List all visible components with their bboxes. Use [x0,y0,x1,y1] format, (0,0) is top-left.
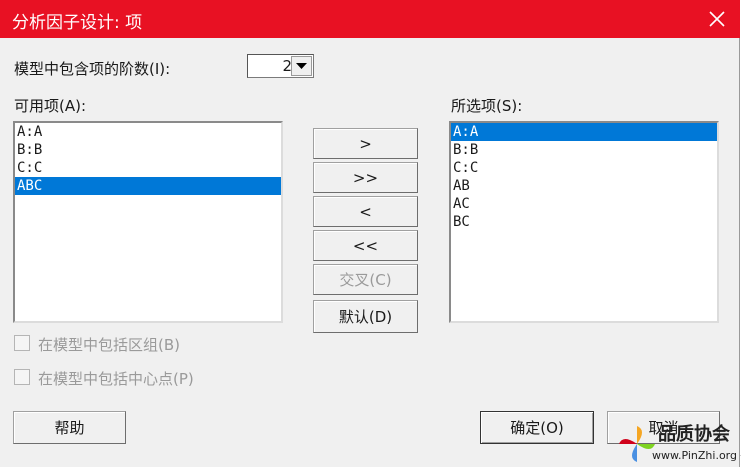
list-item[interactable]: B:B [15,141,281,159]
close-button[interactable] [694,0,740,38]
include-center-points-checkbox[interactable] [14,369,30,385]
window-title: 分析因子设计: 项 [12,13,143,33]
selected-terms-list[interactable]: A:A B:B C:C AB AC BC [449,121,719,323]
add-all-terms-button[interactable]: >> [313,162,418,193]
chevron-down-icon [296,62,307,69]
factorial-terms-dialog: 分析因子设计: 项 模型中包含项的阶数(I): 2 可用项(A): A:A B:B… [0,0,740,467]
remove-all-terms-button[interactable]: << [313,230,418,261]
list-item[interactable]: BC [451,213,717,231]
list-item[interactable]: A:A [15,123,281,141]
order-label: 模型中包含项的阶数(I): [14,60,171,78]
watermark-name: 品质协会 [658,424,730,445]
pinzhi-watermark: 品质协会 www.PinZhi.org [615,420,741,467]
list-item[interactable]: B:B [451,141,717,159]
available-terms-label: 可用项(A): [14,97,87,115]
list-item[interactable]: C:C [451,159,717,177]
cross-button[interactable]: 交叉(C) [313,264,418,295]
list-item[interactable]: A:A [451,123,717,141]
list-item[interactable]: C:C [15,159,281,177]
ok-button[interactable]: 确定(O) [480,411,594,444]
dropdown-button[interactable] [291,56,312,76]
include-blocks-label: 在模型中包括区组(B) [38,336,180,354]
order-dropdown[interactable]: 2 [247,54,314,78]
help-button[interactable]: 帮助 [13,411,126,444]
add-term-button[interactable]: > [313,128,418,159]
order-value: 2 [282,57,292,75]
remove-term-button[interactable]: < [313,196,418,227]
watermark-url: www.PinZhi.org [652,449,737,462]
pinwheel-logo-icon [619,426,655,462]
list-item[interactable]: AB [451,177,717,195]
list-item[interactable]: ABC [15,177,281,195]
include-center-points-label: 在模型中包括中心点(P) [38,370,194,388]
list-item[interactable]: AC [451,195,717,213]
default-button[interactable]: 默认(D) [313,300,418,333]
title-bar[interactable]: 分析因子设计: 项 [0,0,740,38]
available-terms-list[interactable]: A:A B:B C:C ABC [13,121,283,323]
include-blocks-checkbox[interactable] [14,335,30,351]
close-icon [709,11,725,27]
selected-terms-label: 所选项(S): [451,97,523,115]
